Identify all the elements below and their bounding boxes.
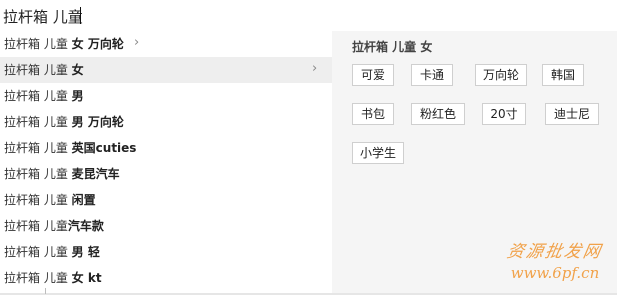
tag-button[interactable]: 万向轮	[475, 64, 527, 86]
bottom-divider-tick	[45, 288, 46, 294]
suggestion-item[interactable]: 拉杆箱 儿童 男	[0, 83, 332, 109]
chevron-right-icon: ›	[134, 35, 140, 50]
suggestion-item[interactable]: 拉杆箱 儿童 麦昆汽车	[0, 161, 332, 187]
suggestion-query: 拉杆箱 儿童	[4, 193, 68, 207]
suggestion-item[interactable]: 拉杆箱 儿童 女 kt	[0, 265, 332, 291]
watermark-logo: 资源批发网 www.6pf.cn	[496, 237, 614, 282]
suggestion-suffix: 女 kt	[71, 271, 102, 285]
suggestion-query: 拉杆箱 儿童	[4, 271, 68, 285]
suggestion-suffix: 女	[71, 63, 84, 77]
suggestion-suffix: 汽车款	[67, 219, 104, 233]
text-caret	[80, 7, 81, 24]
suggestion-suffix: 麦昆汽车	[71, 167, 120, 181]
tag-button[interactable]: 20寸	[482, 103, 526, 125]
suggestion-query: 拉杆箱 儿童	[4, 89, 68, 103]
suggestion-item[interactable]: 拉杆箱 儿童 男 万向轮	[0, 109, 332, 135]
suggestion-query: 拉杆箱 儿童	[4, 141, 68, 155]
suggestion-query: 拉杆箱 儿童	[4, 115, 68, 129]
panel-title: 拉杆箱 儿童 女	[352, 40, 433, 54]
suggestion-suffix: 男	[71, 89, 84, 103]
suggestion-query: 拉杆箱 儿童	[4, 245, 68, 259]
suggestion-item-selected[interactable]: 拉杆箱 儿童 女 ›	[0, 57, 332, 83]
suggestion-suffix: 女 万向轮	[71, 37, 124, 51]
tag-button[interactable]: 书包	[352, 103, 394, 125]
suggestion-query: 拉杆箱 儿童	[4, 63, 68, 77]
suggestion-item[interactable]: 拉杆箱 儿童 英国cuties	[0, 135, 332, 161]
suggestion-item[interactable]: 拉杆箱 儿童汽车款	[0, 213, 332, 239]
suggestion-query: 拉杆箱 儿童	[4, 167, 68, 181]
tag-button[interactable]: 粉红色	[411, 103, 465, 125]
tag-button[interactable]: 小学生	[352, 142, 404, 164]
suggestion-query: 拉杆箱 儿童	[4, 219, 68, 233]
search-bar	[0, 0, 617, 34]
watermark-url: www.6pf.cn	[510, 264, 600, 282]
tag-button[interactable]: 卡通	[411, 64, 453, 86]
suggestion-list: 拉杆箱 儿童 女 万向轮 › 拉杆箱 儿童 女 › 拉杆箱 儿童 男 拉杆箱 儿…	[0, 31, 332, 295]
suggestion-suffix: 英国cuties	[71, 141, 137, 155]
suggestion-item[interactable]: 拉杆箱 儿童 男 轻	[0, 239, 332, 265]
tag-button[interactable]: 韩国	[542, 64, 584, 86]
suggestion-suffix: 男 轻	[71, 245, 100, 259]
suggestion-suffix: 男 万向轮	[71, 115, 124, 129]
tag-button[interactable]: 迪士尼	[545, 103, 599, 125]
suggestion-item[interactable]: 拉杆箱 儿童 女 万向轮 ›	[0, 31, 332, 57]
tag-button[interactable]: 可爱	[352, 64, 394, 86]
suggestion-suffix: 闲置	[71, 193, 96, 207]
suggestion-query: 拉杆箱 儿童	[4, 37, 68, 51]
watermark-title: 资源批发网	[505, 242, 604, 262]
chevron-right-icon: ›	[312, 61, 318, 76]
suggestion-item[interactable]: 拉杆箱 儿童 闲置	[0, 187, 332, 213]
search-input[interactable]	[0, 0, 617, 33]
